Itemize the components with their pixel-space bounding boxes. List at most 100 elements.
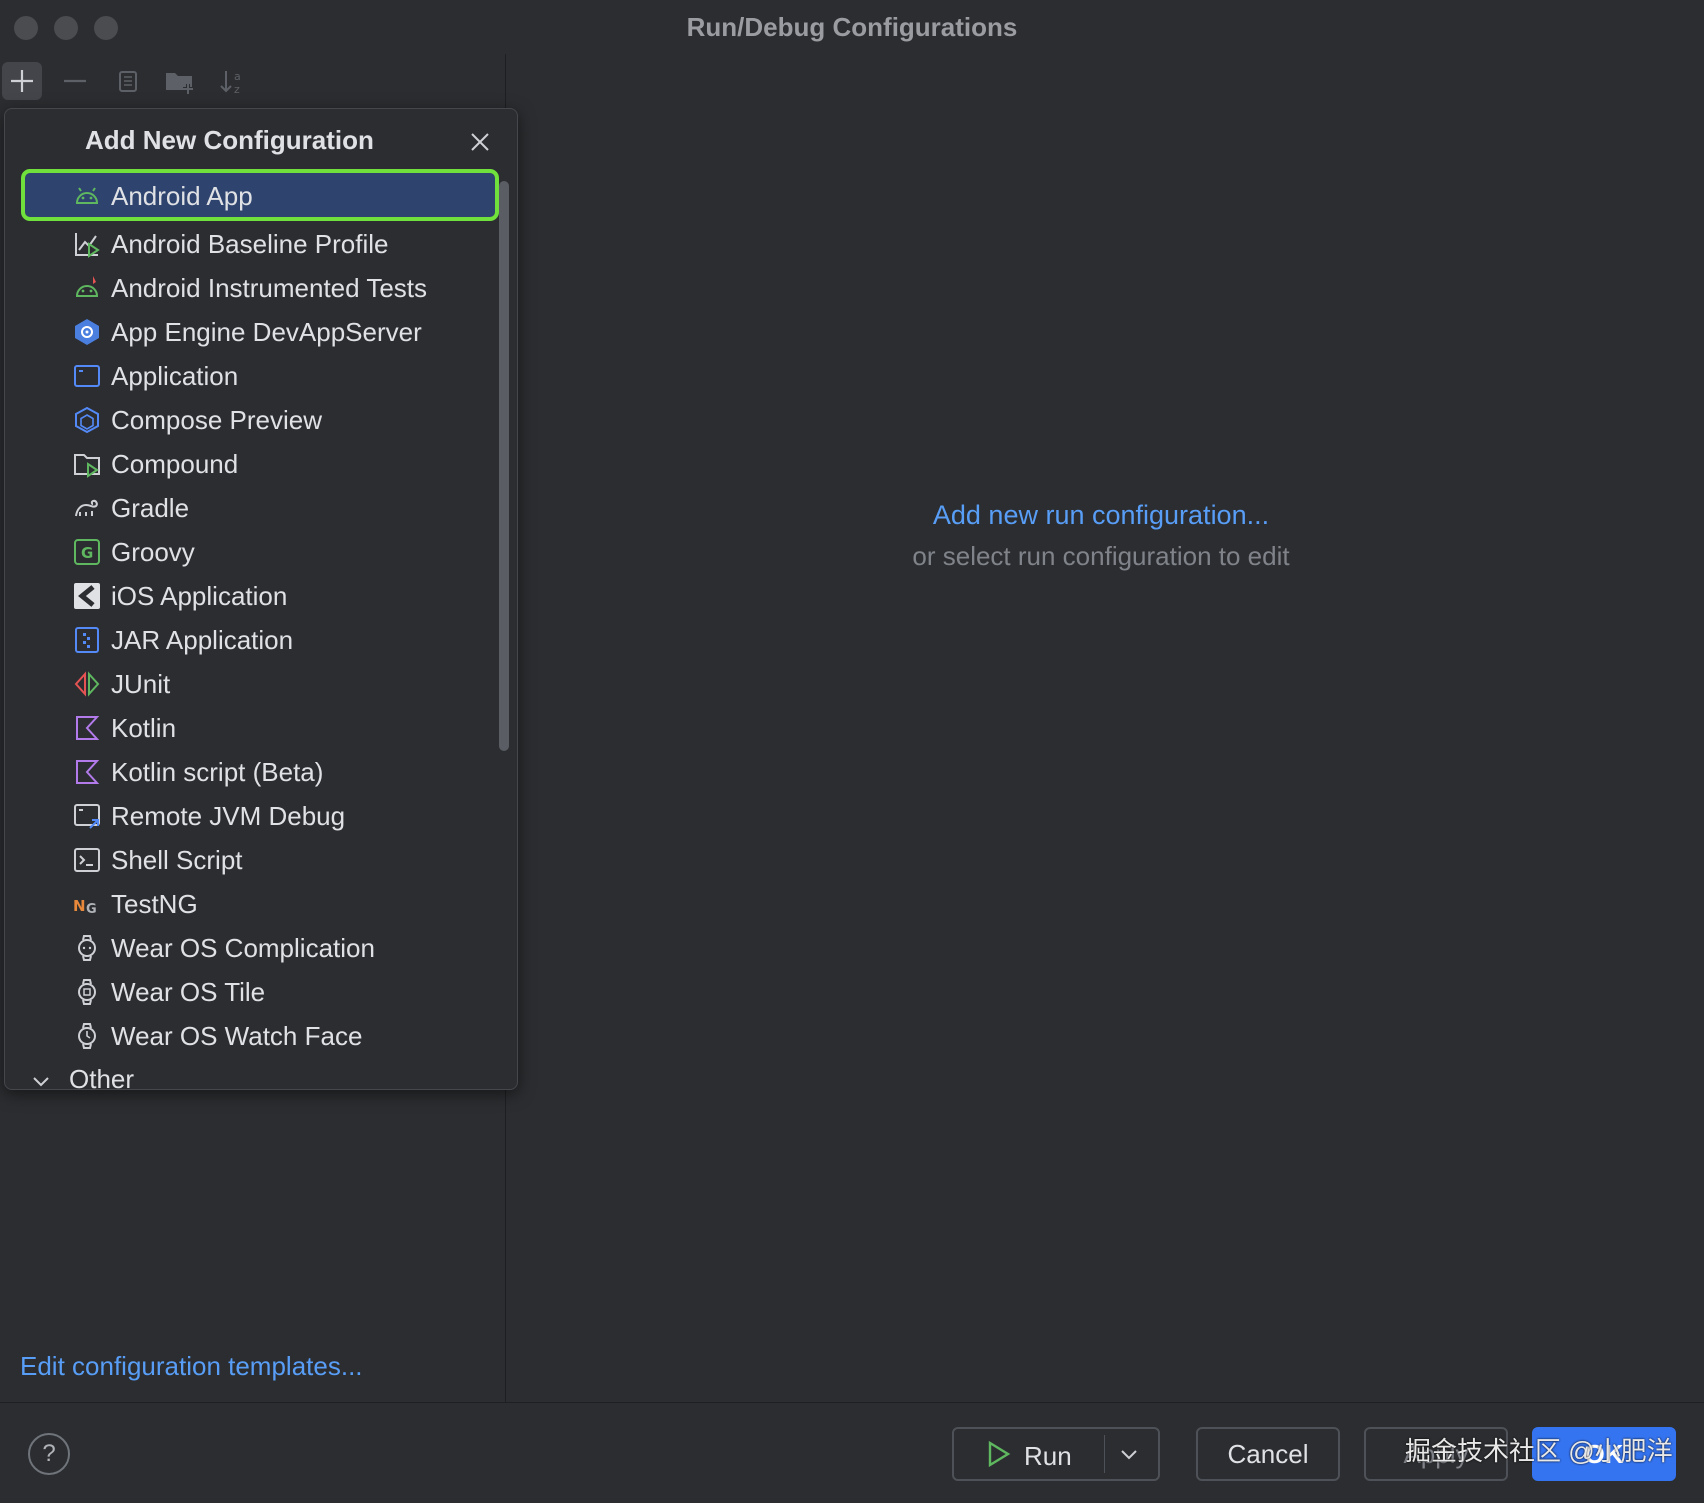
- popup-title: Add New Configuration: [85, 125, 374, 155]
- config-type-label: App Engine DevAppServer: [111, 317, 422, 347]
- sort-icon: az: [220, 70, 241, 95]
- config-type-ios-application[interactable]: iOS Application: [21, 573, 505, 617]
- baseline-profile-icon: [75, 233, 100, 258]
- app-engine-icon: [75, 319, 99, 345]
- chevron-down-icon: [33, 1077, 49, 1087]
- copy-configuration-button[interactable]: [108, 62, 148, 100]
- config-type-label: Gradle: [111, 493, 190, 523]
- config-type-label: iOS Application: [111, 581, 288, 611]
- config-type-android-instrumented-tests[interactable]: Android Instrumented Tests: [21, 265, 505, 309]
- config-type-label: Android App: [111, 181, 253, 211]
- config-type-kotlin[interactable]: Kotlin: [21, 705, 505, 749]
- config-type-label: Wear OS Watch Face: [111, 1021, 363, 1051]
- config-type-testng[interactable]: NG TestNG: [21, 881, 505, 925]
- config-type-android-app[interactable]: Android App: [21, 169, 499, 221]
- plus-icon: [11, 70, 33, 92]
- ios-application-icon: [74, 583, 100, 609]
- config-type-label: Android Instrumented Tests: [111, 273, 428, 303]
- gradle-icon: [75, 499, 98, 517]
- sort-configurations-button[interactable]: az: [212, 62, 252, 100]
- remove-configuration-button[interactable]: [55, 62, 95, 100]
- config-type-label: Application: [111, 361, 239, 391]
- compose-preview-icon: [75, 406, 99, 434]
- kotlin-icon: [76, 716, 100, 740]
- svg-text:G: G: [86, 902, 97, 917]
- run-button[interactable]: Run: [952, 1427, 1160, 1481]
- cancel-button[interactable]: Cancel: [1196, 1427, 1340, 1481]
- add-configuration-button[interactable]: [2, 62, 42, 100]
- config-type-label: Groovy: [111, 537, 195, 567]
- configuration-detail-pane: Add new run configuration... or select r…: [506, 54, 1704, 1402]
- config-type-gradle[interactable]: Gradle: [21, 485, 505, 529]
- minus-icon: [64, 79, 86, 83]
- copy-icon: [119, 71, 137, 92]
- config-type-groovy[interactable]: G Groovy: [21, 529, 505, 573]
- config-type-application[interactable]: Application: [21, 353, 505, 397]
- tree-toolbar: az: [0, 54, 505, 108]
- shell-script-icon: [74, 848, 100, 872]
- config-type-label: Wear OS Complication: [111, 933, 375, 963]
- instrumented-tests-icon: [75, 276, 99, 297]
- config-type-label: Compose Preview: [111, 405, 322, 435]
- folder-add-icon: [166, 73, 193, 94]
- config-type-label: Shell Script: [111, 845, 243, 875]
- popup-scrollbar[interactable]: [499, 181, 509, 751]
- edit-configuration-templates-link[interactable]: Edit configuration templates...: [20, 1351, 363, 1382]
- other-group-label: Other: [69, 1064, 135, 1090]
- svg-text:G: G: [81, 544, 93, 562]
- config-type-compose-preview[interactable]: Compose Preview: [21, 397, 505, 441]
- configuration-type-list: Android App Android Baseline Profile And…: [21, 169, 505, 1057]
- config-type-android-baseline-profile[interactable]: Android Baseline Profile: [21, 221, 505, 265]
- groovy-icon: G: [74, 539, 100, 565]
- config-type-label: JAR Application: [111, 625, 294, 655]
- run-button-divider: [1104, 1435, 1105, 1473]
- dialog-button-bar: ? Run Cancel Apply OK 掘金技术社区 @小肥洋: [0, 1402, 1704, 1503]
- remote-debug-icon: [74, 804, 100, 829]
- close-icon: [471, 133, 489, 151]
- junit-icon: [74, 671, 100, 697]
- kotlin-script-icon: [76, 760, 100, 784]
- config-type-junit[interactable]: JUnit: [21, 661, 505, 705]
- other-group-toggle[interactable]: Other: [31, 1064, 135, 1090]
- watch-face-icon: [78, 1023, 96, 1049]
- config-type-shell-script[interactable]: Shell Script: [21, 837, 505, 881]
- config-type-remote-jvm-debug[interactable]: Remote JVM Debug: [21, 793, 505, 837]
- watermark-text: 掘金技术社区 @小肥洋: [1405, 1436, 1673, 1466]
- window-title: Run/Debug Configurations: [686, 12, 1018, 42]
- select-configuration-hint: or select run configuration to edit: [912, 541, 1290, 571]
- run-icon: [988, 1440, 1011, 1468]
- title-bar: Run/Debug Configurations: [0, 0, 1704, 54]
- jar-application-icon: [75, 627, 99, 653]
- svg-text:N: N: [73, 897, 86, 915]
- help-button[interactable]: ?: [28, 1433, 70, 1475]
- config-type-label: TestNG: [111, 889, 198, 919]
- run-debug-configurations-window: Run/Debug Configurations az Edit configu…: [0, 0, 1704, 1503]
- config-type-label: Android Baseline Profile: [111, 229, 389, 259]
- new-folder-button[interactable]: [160, 62, 200, 100]
- config-type-app-engine[interactable]: App Engine DevAppServer: [21, 309, 505, 353]
- config-type-label: Kotlin script (Beta): [111, 757, 324, 787]
- config-type-wear-os-tile[interactable]: Wear OS Tile: [21, 969, 505, 1013]
- add-new-configuration-popup: Add New Configuration Android App Androi…: [4, 108, 518, 1090]
- android-icon: [75, 187, 99, 204]
- chevron-down-icon: [1121, 1450, 1137, 1460]
- wear-os-icon: [78, 935, 96, 961]
- config-type-label: JUnit: [111, 669, 171, 699]
- run-button-label: Run: [1024, 1441, 1072, 1471]
- svg-text:z: z: [234, 83, 240, 95]
- config-type-label: Wear OS Tile: [111, 977, 266, 1007]
- application-icon: [74, 365, 100, 387]
- config-type-label: Remote JVM Debug: [111, 801, 346, 831]
- wear-os-icon: [78, 979, 96, 1005]
- config-type-kotlin-script[interactable]: Kotlin script (Beta): [21, 749, 505, 793]
- config-type-wear-os-watch-face[interactable]: Wear OS Watch Face: [21, 1013, 505, 1057]
- svg-text:a: a: [234, 70, 241, 83]
- config-type-wear-os-complication[interactable]: Wear OS Complication: [21, 925, 505, 969]
- testng-icon: NG: [73, 897, 97, 917]
- add-new-run-configuration-link[interactable]: Add new run configuration...: [506, 500, 1696, 531]
- compound-icon: [74, 454, 100, 478]
- config-type-jar-application[interactable]: JAR Application: [21, 617, 505, 661]
- config-type-label: Compound: [111, 449, 239, 479]
- close-popup-button[interactable]: [465, 127, 495, 157]
- config-type-compound[interactable]: Compound: [21, 441, 505, 485]
